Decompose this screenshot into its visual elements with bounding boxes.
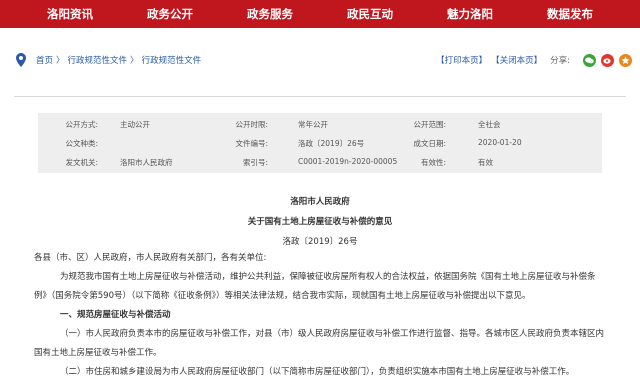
meta-value-publish-period: 常年公开 <box>298 120 328 129</box>
document-paragraph: 为规范我市国有土地上房屋征收与补偿活动，维护公共利益，保障被征收房屋所有权人的合… <box>60 272 596 282</box>
document-paragraph: （一）市人民政府负责本市的房屋征收与补偿工作，对县（市）级人民政府房屋征收与补偿… <box>60 329 605 339</box>
document-number: 洛政〔2019〕26号 <box>282 237 358 247</box>
meta-label-publish-period: 公开时限: <box>235 120 268 129</box>
wechat-icon[interactable] <box>583 53 596 67</box>
meta-label-doc-type: 公文种类: <box>65 139 98 148</box>
nav-item-gov-open[interactable]: 政务公开 <box>120 6 220 22</box>
meta-label-doc-date: 成文日期: <box>413 139 446 148</box>
document-title: 关于国有土地上房屋征收与补偿的意见 <box>247 217 393 227</box>
document-paragraph: 例》（国务院令第590号）（以下简称《征收条例》）等相关法律法规，结合我市实际，… <box>34 291 531 301</box>
document-meta-panel: 公开方式: 主动公开 公开时限: 常年公开 公开范围: 全社会 公文种类: 文件… <box>38 113 602 173</box>
share-label: 分享: <box>550 56 570 66</box>
meta-value-index: C0001-2019n-2020-00005 <box>298 157 398 166</box>
location-pin-icon <box>16 53 26 67</box>
meta-label-issuer: 发文机关: <box>65 158 98 167</box>
document-paragraph: 国有土地上房屋征收与补偿工作。 <box>34 348 162 358</box>
breadcrumb-home[interactable]: 首页 <box>36 54 53 66</box>
breadcrumb-level2[interactable]: 行政规范性文件 <box>142 54 202 66</box>
breadcrumb-separator: 〉 <box>56 56 65 66</box>
page-actions: 【打印本页】 【关闭本页】 分享: <box>436 53 632 67</box>
meta-value-publish-scope: 全社会 <box>478 120 501 129</box>
meta-value-doc-number: 洛政〔2019〕26号 <box>298 139 365 148</box>
nav-item-news[interactable]: 洛阳资讯 <box>20 6 120 22</box>
meta-label-publish-mode: 公开方式: <box>65 120 98 129</box>
nav-item-interaction[interactable]: 政民互动 <box>320 6 420 22</box>
weibo-icon[interactable] <box>601 53 614 67</box>
divider <box>14 96 626 97</box>
breadcrumb-bar: 首页 〉 行政规范性文件 〉 行政规范性文件 【打印本页】 【关闭本页】 分享: <box>8 46 632 74</box>
qzone-icon[interactable] <box>619 53 632 67</box>
meta-label-index: 索引号: <box>242 158 268 167</box>
meta-label-publish-scope: 公开范围: <box>413 120 446 129</box>
print-button[interactable]: 【打印本页】 <box>436 54 487 66</box>
meta-value-validity: 有效 <box>478 158 493 167</box>
meta-value-publish-mode: 主动公开 <box>120 120 150 129</box>
breadcrumb-separator: 〉 <box>130 56 139 66</box>
top-nav: 洛阳资讯 政务公开 政务服务 政民互动 魅力洛阳 数据发布 <box>0 0 640 28</box>
nav-item-gov-service[interactable]: 政务服务 <box>220 6 320 22</box>
nav-item-charm[interactable]: 魅力洛阳 <box>420 6 520 22</box>
section-heading: 一、规范房屋征收与补偿活动 <box>60 310 171 320</box>
close-button[interactable]: 【关闭本页】 <box>491 54 542 66</box>
meta-label-doc-number: 文件编号: <box>235 139 268 148</box>
meta-value-issuer: 洛阳市人民政府 <box>120 158 173 167</box>
nav-item-data[interactable]: 数据发布 <box>520 6 620 22</box>
document-salutation: 各县（市、区）人民政府，市人民政府有关部门，各有关单位: <box>34 253 267 263</box>
document-issuer: 洛阳市人民政府 <box>290 197 350 207</box>
meta-value-doc-date: 2020-01-20 <box>478 138 522 147</box>
meta-label-validity: 有效性: <box>420 158 446 167</box>
breadcrumb-level1[interactable]: 行政规范性文件 <box>68 54 128 66</box>
document-paragraph: （二）市住房和城乡建设局为市人民政府房屋征收部门（以下简称市房屋征收部门），负责… <box>60 367 575 377</box>
